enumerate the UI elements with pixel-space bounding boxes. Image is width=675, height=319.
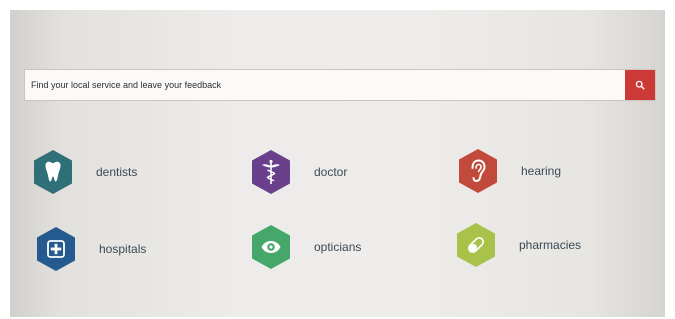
service-hearing[interactable]: hearing: [457, 148, 561, 194]
service-label: opticians: [314, 240, 362, 254]
service-label: doctor: [314, 165, 348, 179]
service-label: hospitals: [99, 242, 147, 256]
service-doctor[interactable]: doctor: [250, 149, 347, 195]
eye-icon: [252, 225, 290, 269]
pill-icon: [457, 223, 495, 267]
service-pharmacies[interactable]: pharmacies: [455, 222, 581, 268]
hospital-cross-icon: [37, 227, 75, 271]
tooth-icon: [34, 150, 72, 194]
service-dentists[interactable]: dentists: [32, 149, 137, 195]
service-opticians[interactable]: opticians: [250, 224, 361, 270]
search-bar: [24, 69, 656, 101]
service-label: pharmacies: [519, 238, 582, 252]
service-label: dentists: [96, 165, 138, 179]
service-label: hearing: [521, 164, 562, 178]
ear-icon: [459, 149, 497, 193]
page-screen: dentists doctor hearing hospitals: [10, 10, 665, 317]
search-icon: [635, 80, 645, 90]
service-hospitals[interactable]: hospitals: [35, 226, 146, 272]
search-button[interactable]: [625, 70, 655, 100]
caduceus-icon: [252, 150, 290, 194]
search-input[interactable]: [25, 70, 629, 100]
